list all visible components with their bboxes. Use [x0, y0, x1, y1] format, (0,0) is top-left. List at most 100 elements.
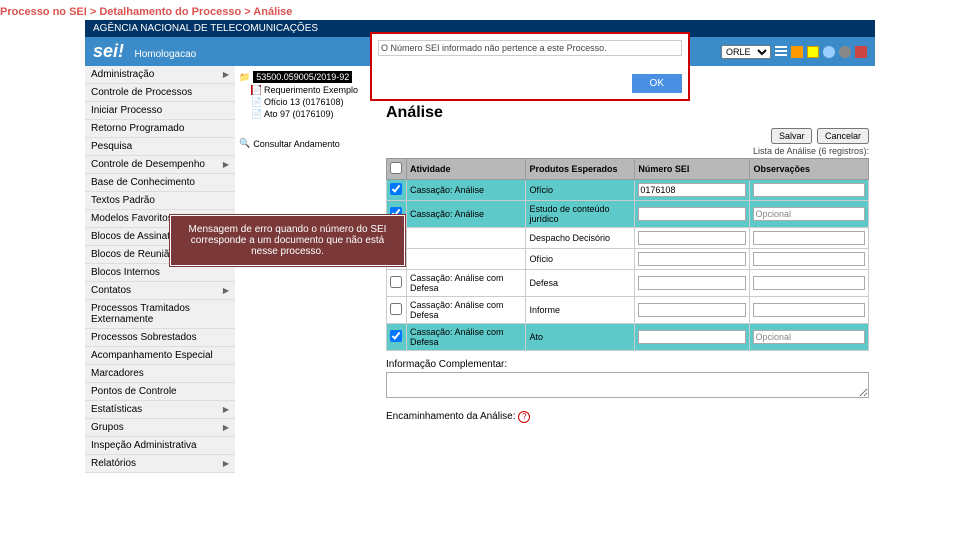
info-compl-label: Informação Complementar:	[386, 359, 869, 370]
table-row: Cassação: Análise com DefesaInforme	[387, 297, 869, 324]
sidebar-item[interactable]: Estatísticas▶	[85, 401, 235, 419]
pdf-icon: 📄	[251, 85, 261, 95]
obs-input[interactable]	[753, 231, 865, 245]
sidebar-item[interactable]: Controle de Processos	[85, 84, 235, 102]
obs-input[interactable]	[753, 183, 865, 197]
row-check[interactable]	[390, 276, 402, 288]
process-number[interactable]: 53500.059005/2019-92	[253, 71, 352, 83]
doc-icon: 📄	[251, 97, 261, 107]
sidebar-item[interactable]: Iniciar Processo	[85, 102, 235, 120]
note-icon[interactable]	[807, 46, 819, 58]
row-check[interactable]	[390, 183, 402, 195]
row-check[interactable]	[390, 303, 402, 315]
table-row: Ofício	[387, 249, 869, 270]
sidebar-item[interactable]: Pontos de Controle	[85, 383, 235, 401]
col-numero: Número SEI	[635, 159, 750, 180]
obs-input[interactable]	[753, 207, 865, 221]
sidebar-item[interactable]: Grupos▶	[85, 419, 235, 437]
sidebar-item[interactable]: Textos Padrão	[85, 192, 235, 210]
chevron-right-icon: ▶	[223, 459, 229, 468]
cell-atividade: Cassação: Análise com Defesa	[407, 270, 526, 297]
user-icon[interactable]	[823, 46, 835, 58]
save-button[interactable]: Salvar	[771, 128, 813, 144]
sidebar-item[interactable]: Inspeção Administrativa	[85, 437, 235, 455]
list-info: Lista de Análise (6 registros):	[386, 146, 869, 156]
sidebar-item[interactable]: Base de Conhecimento	[85, 174, 235, 192]
chevron-right-icon: ▶	[223, 405, 229, 414]
chevron-right-icon: ▶	[223, 70, 229, 79]
obs-input[interactable]	[753, 252, 865, 266]
consult-link[interactable]: 🔍Consultar Andamento	[239, 138, 376, 149]
sidebar-item[interactable]: Processos Tramitados Externamente	[85, 300, 235, 329]
select-all[interactable]	[390, 162, 402, 174]
numero-input[interactable]	[638, 276, 746, 290]
numero-input[interactable]	[638, 231, 746, 245]
config-icon[interactable]	[839, 46, 851, 58]
cell-atividade: Cassação: Análise	[407, 180, 526, 201]
doc-icon: 📄	[251, 109, 261, 119]
sidebar: Administração▶Controle de ProcessosInici…	[85, 66, 235, 473]
tree-doc[interactable]: 📄Requerimento Exemplo	[239, 84, 376, 96]
table-row: Cassação: Análise com DefesaAto	[387, 324, 869, 351]
numero-input[interactable]	[638, 252, 746, 266]
toolbar: ORLE	[721, 45, 867, 59]
page-title: Análise	[386, 104, 869, 122]
sidebar-item[interactable]: Blocos Internos	[85, 264, 235, 282]
row-check[interactable]	[390, 330, 402, 342]
breadcrumb: Processo no SEI > Detalhamento do Proces…	[0, 0, 960, 20]
cell-produto: Ofício	[526, 180, 635, 201]
table-row: Cassação: Análise com DefesaDefesa	[387, 270, 869, 297]
sei-logo: sei!	[93, 41, 124, 61]
obs-input[interactable]	[753, 330, 865, 344]
cell-atividade: Cassação: Análise com Defesa	[407, 324, 526, 351]
cell-atividade: Cassação: Análise com Defesa	[407, 297, 526, 324]
cell-produto: Defesa	[526, 270, 635, 297]
main-panel: O Número SEI informado não pertence a es…	[380, 66, 875, 473]
numero-input[interactable]	[638, 207, 746, 221]
dialog-message: O Número SEI informado não pertence a es…	[378, 40, 682, 56]
numero-input[interactable]	[638, 183, 746, 197]
required-icon: ?	[518, 411, 530, 423]
obs-input[interactable]	[753, 276, 865, 290]
sidebar-item[interactable]: Retorno Programado	[85, 120, 235, 138]
unit-select[interactable]: ORLE	[721, 45, 771, 59]
info-compl-input[interactable]	[386, 372, 869, 398]
obs-input[interactable]	[753, 303, 865, 317]
cell-atividade: Cassação: Análise	[407, 201, 526, 228]
table-row: Cassação: AnáliseEstudo de conteúdo jurí…	[387, 201, 869, 228]
chevron-right-icon: ▶	[223, 160, 229, 169]
sidebar-item[interactable]: Processos Sobrestados	[85, 329, 235, 347]
table-row: Cassação: AnáliseOfício	[387, 180, 869, 201]
analysis-table: Atividade Produtos Esperados Número SEI …	[386, 158, 869, 351]
env-label: Homologacao	[134, 49, 196, 60]
cell-atividade	[407, 228, 526, 249]
tree-doc[interactable]: 📄Ofício 13 (0176108)	[239, 96, 376, 108]
sidebar-item[interactable]: Relatórios▶	[85, 455, 235, 473]
folder-icon: 📁	[239, 72, 250, 83]
error-dialog: O Número SEI informado não pertence a es…	[370, 32, 690, 101]
cell-produto: Despacho Decisório	[526, 228, 635, 249]
ok-button[interactable]: OK	[632, 74, 682, 93]
sidebar-item[interactable]: Contatos▶	[85, 282, 235, 300]
tree-doc[interactable]: 📄Ato 97 (0176109)	[239, 108, 376, 120]
cell-produto: Estudo de conteúdo jurídico	[526, 201, 635, 228]
menu-icon[interactable]	[775, 46, 787, 58]
cell-produto: Informe	[526, 297, 635, 324]
sidebar-item[interactable]: Acompanhamento Especial	[85, 347, 235, 365]
cell-produto: Ofício	[526, 249, 635, 270]
sidebar-item[interactable]: Pesquisa	[85, 138, 235, 156]
enc-label: Encaminhamento da Análise:	[386, 411, 516, 422]
exit-icon[interactable]	[855, 46, 867, 58]
cancel-button[interactable]: Cancelar	[817, 128, 869, 144]
sidebar-item[interactable]: Marcadores	[85, 365, 235, 383]
numero-input[interactable]	[638, 303, 746, 317]
chevron-right-icon: ▶	[223, 423, 229, 432]
cell-produto: Ato	[526, 324, 635, 351]
sidebar-item[interactable]: Administração▶	[85, 66, 235, 84]
sidebar-item[interactable]: Controle de Desempenho▶	[85, 156, 235, 174]
col-atividade: Atividade	[407, 159, 526, 180]
table-row: Despacho Decisório	[387, 228, 869, 249]
numero-input[interactable]	[638, 330, 746, 344]
doc-tree: 📁53500.059005/2019-92 📄Requerimento Exem…	[235, 66, 380, 473]
grid-icon[interactable]	[791, 46, 803, 58]
